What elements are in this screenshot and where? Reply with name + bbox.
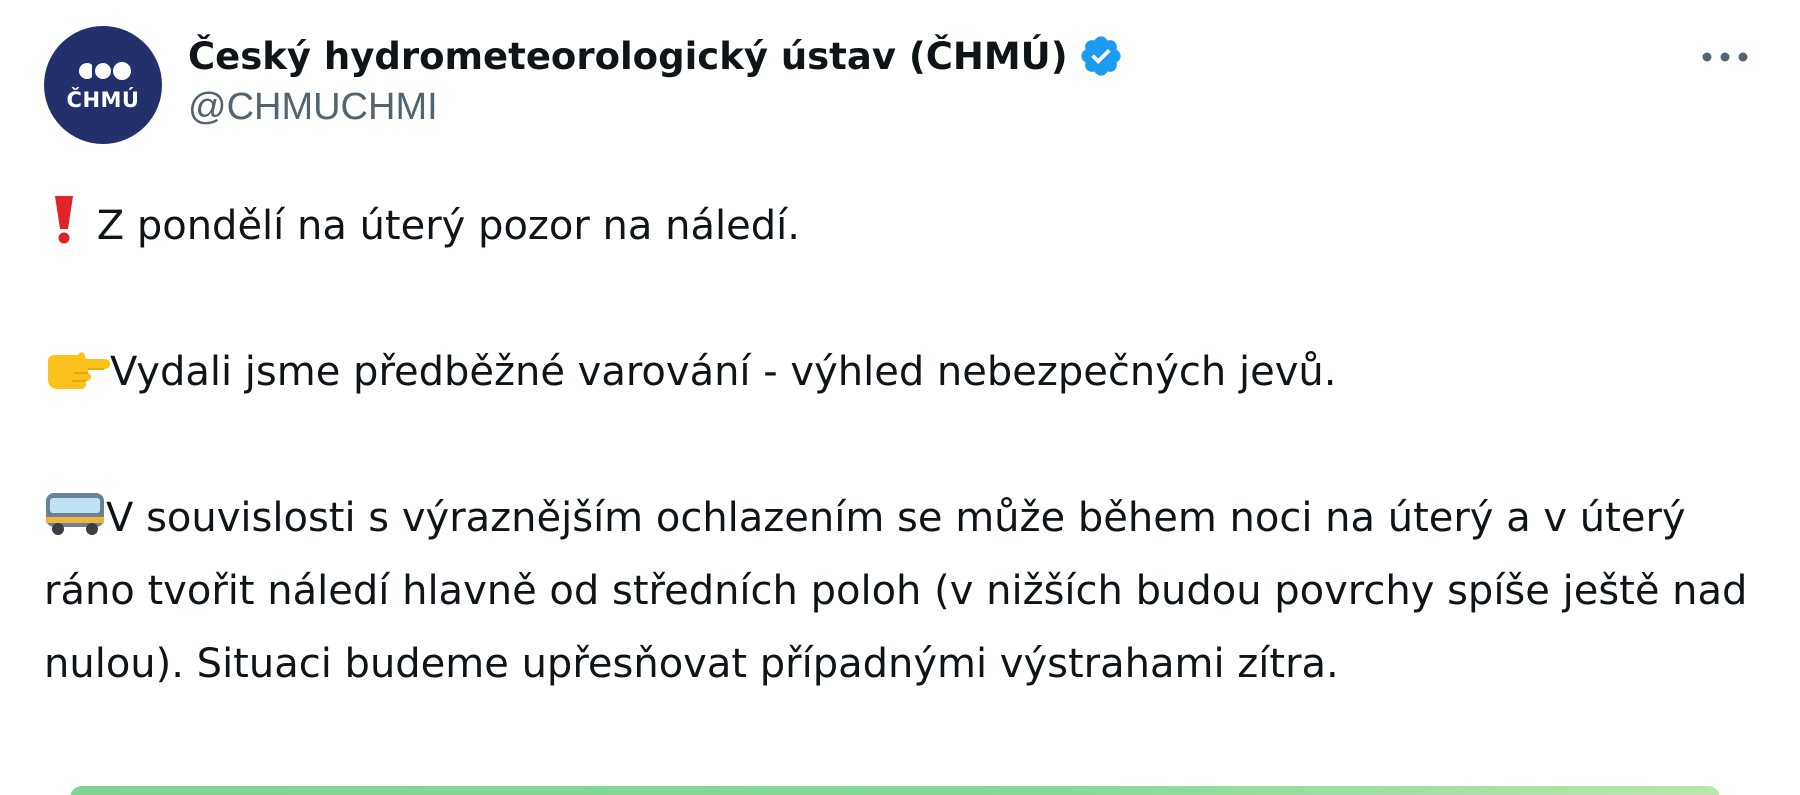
exclamation-icon xyxy=(55,196,73,244)
more-options-icon[interactable] xyxy=(1700,50,1750,64)
chmu-logo-icon xyxy=(79,62,131,80)
display-name-row: Český hydrometeorologický ústav (ČHMÚ) xyxy=(188,30,1124,82)
pointing-hand-icon xyxy=(48,352,110,389)
verified-badge-icon[interactable] xyxy=(1078,33,1124,79)
paragraph-text: Vydali jsme předběžné varování - výhled … xyxy=(110,349,1337,395)
paragraph-text: V souvislosti s výraznějším ochlazením s… xyxy=(44,495,1748,687)
tweet-card: ČHMÚ Český hydrometeorologický ústav (ČH… xyxy=(0,0,1800,795)
bus-icon xyxy=(46,493,104,535)
author-handle[interactable]: @CHMUCHMI xyxy=(188,86,1124,129)
avatar-logo-text: ČHMÚ xyxy=(66,88,140,112)
tweet-paragraph-3: V souvislosti s výraznějším ochlazením s… xyxy=(44,482,1764,701)
tweet-paragraph-1: Z pondělí na úterý pozor na náledí. xyxy=(44,190,1764,263)
paragraph-text: Z pondělí na úterý pozor na náledí. xyxy=(96,203,800,249)
media-preview-edge[interactable] xyxy=(70,786,1720,795)
author-header: Český hydrometeorologický ústav (ČHMÚ) @… xyxy=(188,30,1124,129)
avatar[interactable]: ČHMÚ xyxy=(44,26,162,144)
tweet-text: Z pondělí na úterý pozor na náledí. Vyda… xyxy=(44,190,1764,701)
display-name[interactable]: Český hydrometeorologický ústav (ČHMÚ) xyxy=(188,35,1068,78)
tweet-paragraph-2: Vydali jsme předběžné varování - výhled … xyxy=(44,336,1764,409)
